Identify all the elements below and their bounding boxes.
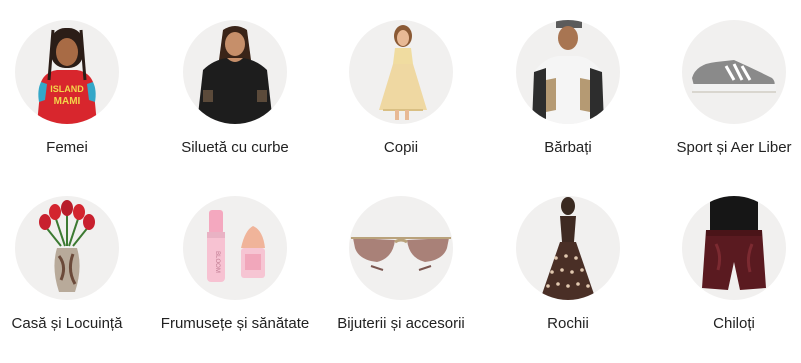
category-image (349, 20, 453, 124)
tulips-vase-icon (39, 200, 95, 292)
svg-text:ISLAND: ISLAND (50, 84, 84, 94)
category-label: Copii (383, 139, 419, 156)
category-image (682, 20, 786, 124)
category-label: Chiloți (713, 315, 755, 332)
lip-gloss-blender-icon: BLOOM (207, 210, 265, 282)
sunglasses-icon (351, 237, 451, 271)
category-image: BLOOM (183, 196, 287, 300)
category-grid: ISLAND MAMI Femei Siluetă cu curbe Copii… (0, 0, 801, 363)
category-femei[interactable]: ISLAND MAMI Femei (0, 20, 142, 159)
category-chiloti[interactable]: Chiloți (659, 196, 801, 335)
category-label: Rochii (547, 315, 589, 332)
girl-yellow-dress-icon (379, 25, 427, 120)
woman-in-red-top-icon: ISLAND MAMI (37, 28, 97, 124)
category-label: Bijuterii și accesorii (337, 315, 465, 332)
category-image (682, 196, 786, 300)
curvy-woman-black-top-icon (197, 26, 273, 124)
category-copii[interactable]: Copii (326, 20, 476, 159)
category-label: Siluetă cu curbe (181, 139, 289, 156)
category-label: Frumusețe și sănătate (160, 315, 310, 332)
category-casa-si-locuinta[interactable]: Casă și Locuință (0, 196, 142, 335)
svg-text:MAMI: MAMI (54, 96, 81, 107)
svg-text:BLOOM: BLOOM (214, 251, 220, 273)
man-white-shirt-icon (532, 20, 604, 124)
category-image (15, 196, 119, 300)
category-silueta-cu-curbe[interactable]: Siluetă cu curbe (160, 20, 310, 159)
category-label: Bărbați (544, 139, 592, 156)
category-barbati[interactable]: Bărbați (493, 20, 643, 159)
category-image: ISLAND MAMI (15, 20, 119, 124)
category-bijuterii-si-accesorii[interactable]: Bijuterii și accesorii (326, 196, 476, 335)
category-label: Femei (46, 139, 88, 156)
category-label: Sport și Aer Liber (676, 139, 792, 156)
leather-shorts-icon (702, 196, 766, 290)
sneaker-icon (692, 60, 776, 93)
category-rochii[interactable]: Rochii (493, 196, 643, 335)
category-sport-si-aer-liber[interactable]: Sport și Aer Liber (659, 20, 801, 159)
category-image (516, 196, 620, 300)
category-image (516, 20, 620, 124)
category-label: Casă și Locuință (11, 315, 123, 332)
category-image (183, 20, 287, 124)
polka-dot-dress-icon (540, 197, 596, 300)
category-image (349, 196, 453, 300)
category-frumusete-si-sanatate[interactable]: BLOOM Frumusețe și sănătate (160, 196, 310, 335)
